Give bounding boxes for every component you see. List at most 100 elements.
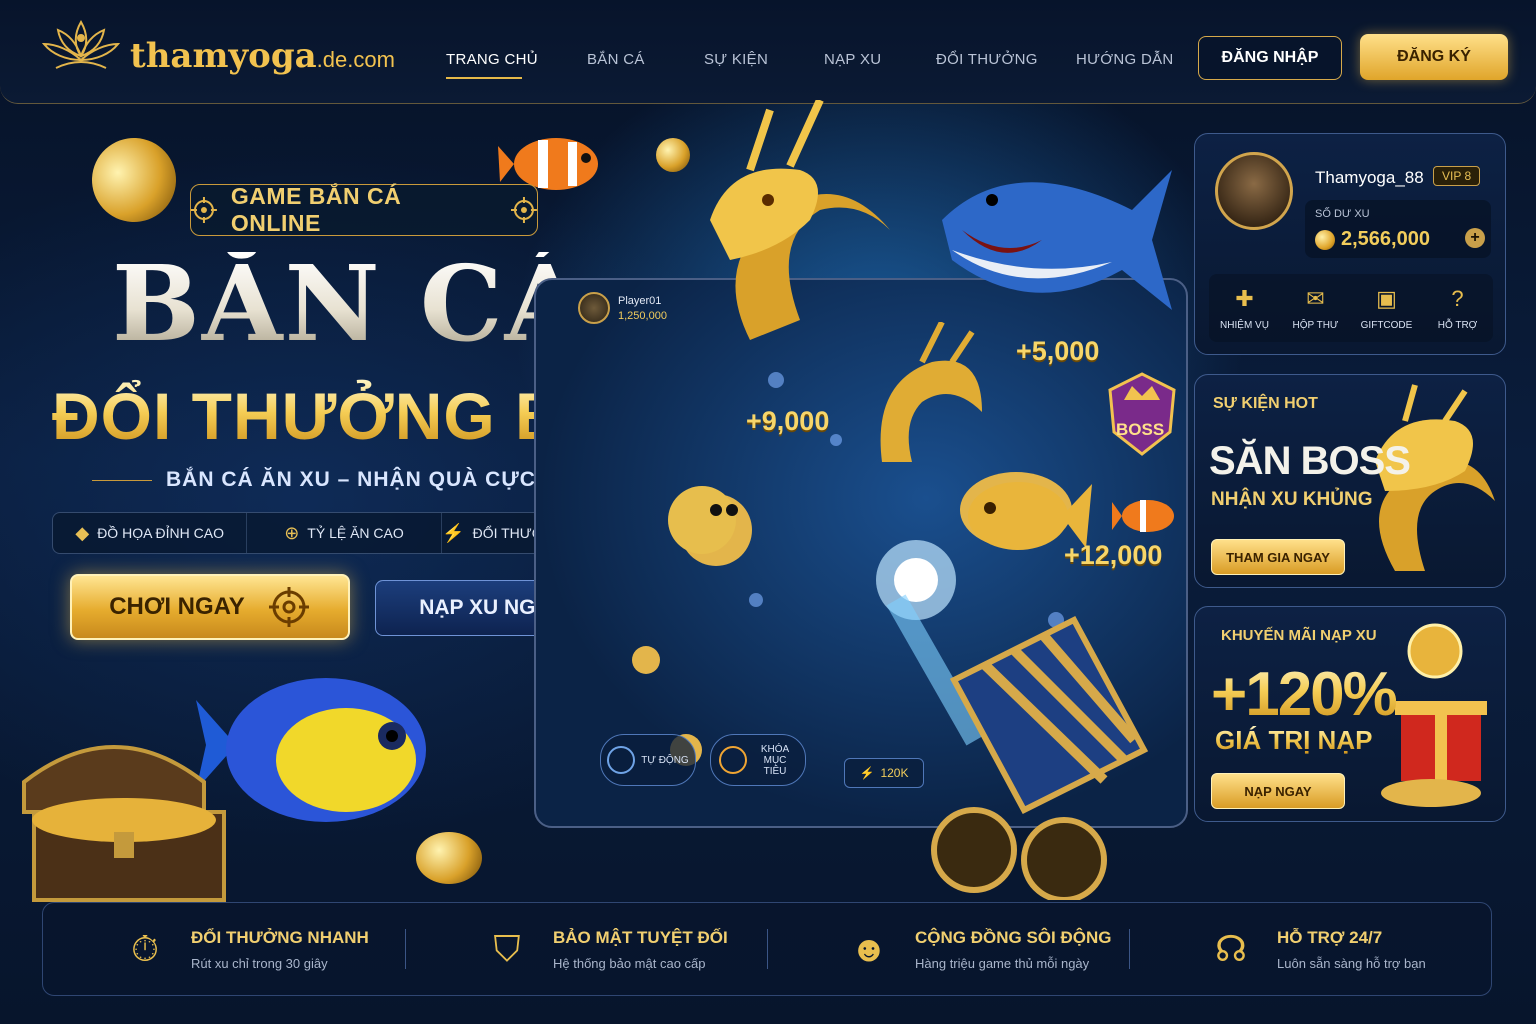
event-title: SĂN BOSS <box>1209 439 1411 483</box>
quick-missions[interactable]: ✚ NHIỆM VỤ <box>1209 274 1280 342</box>
logo-main-text: thamyoga <box>130 36 317 76</box>
avatar <box>578 292 610 324</box>
crosshair-icon <box>511 197 537 223</box>
lock-target-button[interactable]: KHÓA MỤC TIÊU <box>710 734 806 786</box>
tagline-text: BẮN CÁ ĂN XU – NHẬN QUÀ CỰC ĐÃ <box>166 468 576 491</box>
coin-icon <box>1315 229 1335 250</box>
hero-title: BẮN CÁ <box>112 242 588 365</box>
crosshair-icon <box>268 587 309 627</box>
player-name: Player01 <box>618 294 662 307</box>
auto-label: TỰ ĐỘNG <box>641 754 689 766</box>
logo-domain-text: .de.com <box>316 47 395 72</box>
nav-topup[interactable]: NẠP XU <box>824 51 881 68</box>
lock-target-icon <box>719 746 747 774</box>
quick-giftcode[interactable]: ▣ GIFTCODE <box>1351 274 1422 342</box>
bet-value: 120K <box>880 766 909 780</box>
play-now-button[interactable]: CHƠI NGAY <box>70 574 350 640</box>
lotus-logo-icon <box>41 20 121 69</box>
bet-indicator[interactable]: ⚡ 120K <box>844 758 924 788</box>
username: Thamyoga_88 <box>1315 168 1424 187</box>
gold-coin-icon <box>80 126 188 234</box>
register-button[interactable]: ĐĂNG KÝ <box>1360 34 1508 80</box>
benefit-desc: Hệ thống bảo mật cao cấp <box>553 955 706 971</box>
golden-dragon-small-icon <box>880 322 982 462</box>
lock-target-label: KHÓA MỤC TIÊU <box>760 743 790 777</box>
add-coins-button[interactable]: + <box>1465 228 1485 248</box>
event-label: SỰ KIỆN HOT <box>1213 395 1318 412</box>
benefit-desc: Luôn sẵn sàng hỗ trợ bạn <box>1277 955 1426 971</box>
join-event-button[interactable]: THAM GIA NGAY <box>1211 539 1345 575</box>
balance-value: 2,566,000 <box>1341 228 1430 250</box>
profile-panel: Thamyoga_88 VIP 8 SỐ DƯ XU 2,566,000 + ✚… <box>1194 133 1506 355</box>
player-coins: 1,250,000 <box>618 309 667 322</box>
benefit-security: ⛉ BẢO MẬT TUYỆT ĐỐI Hệ thống bảo mật cao … <box>405 925 767 973</box>
nav-guide[interactable]: HƯỚNG DẪN <box>1076 51 1174 68</box>
benefit-title: CỘNG ĐỒNG SÔI ĐỘNG <box>915 927 1112 947</box>
gift-box-icon <box>1381 623 1487 807</box>
event-subtitle: NHẬN XU KHỦNG <box>1211 489 1373 510</box>
benefit-desc: Hàng triệu game thủ mỗi ngày <box>915 955 1090 971</box>
login-button[interactable]: ĐĂNG NHẬP <box>1198 36 1342 80</box>
balance-value-row: 2,566,000 <box>1315 228 1430 251</box>
active-nav-indicator <box>446 77 522 79</box>
crosshair-icon: ⊕ <box>284 522 300 543</box>
benefit-community: ☻ CỘNG ĐỒNG SÔI ĐỘNG Hàng triệu game thủ … <box>767 925 1129 973</box>
nav-fishing[interactable]: BẮN CÁ <box>587 51 645 68</box>
pufferfish-icon <box>668 486 738 554</box>
boss-badge: BOSS <box>1106 372 1178 456</box>
promo-percent: +120% <box>1211 660 1398 729</box>
boss-shield-icon <box>1108 372 1176 456</box>
divider <box>92 479 152 481</box>
topup-promo-panel: KHUYẾN MÃI NẠP XU +120% GIÁ TRỊ NẠP NẠP … <box>1194 606 1506 822</box>
quick-label: HỖ TRỢ <box>1437 319 1478 331</box>
top-header: thamyoga.de.com TRANG CHỦ BẮN CÁ SỰ KIỆN… <box>0 0 1536 104</box>
help-icon: ? <box>1451 285 1464 311</box>
topup-now-small-button[interactable]: NẠP NGAY <box>1211 773 1345 809</box>
benefits-bar: ⏱ ĐỔI THƯỞNG NHANH Rút xu chỉ trong 30 gi… <box>42 902 1492 996</box>
mail-icon: ✉ <box>1306 285 1325 311</box>
quick-actions: ✚ NHIỆM VỤ ✉ HỘP THƯ ▣ GIFTCODE ? HỖ TRỢ <box>1209 274 1493 342</box>
benefit-title: ĐỔI THƯỞNG NHANH <box>191 927 369 947</box>
nav-home[interactable]: TRANG CHỦ <box>446 51 538 68</box>
hot-event-panel: SỰ KIỆN HOT SĂN BOSS NHẬN XU KHỦNG THAM … <box>1194 374 1506 588</box>
feature-odds: ⊕ TỶ LỆ ĂN CAO <box>247 513 442 553</box>
users-icon: ☻ <box>850 928 888 969</box>
crosshair-icon <box>191 197 217 223</box>
reward-popup: +9,000 <box>746 406 830 436</box>
game-type-badge: GAME BẮN CÁ ONLINE <box>190 183 538 236</box>
stopwatch-icon: ⏱ <box>130 927 160 969</box>
promo-label: KHUYẾN MÃI NẠP XU <box>1221 627 1377 644</box>
benefit-title: HỖ TRỢ 24/7 <box>1277 927 1383 947</box>
quick-label: GIFTCODE <box>1360 319 1413 331</box>
gold-coin-icon <box>656 138 690 172</box>
nav-events[interactable]: SỰ KIỆN <box>704 51 768 68</box>
plus-box-icon: ✚ <box>1235 285 1254 311</box>
vip-badge: VIP 8 <box>1433 166 1481 186</box>
quick-mailbox[interactable]: ✉ HỘP THƯ <box>1280 274 1351 342</box>
benefit-fast-payout: ⏱ ĐỔI THƯỞNG NHANH Rút xu chỉ trong 30 gi… <box>43 925 405 973</box>
feature-graphics: ◆ ĐỒ HỌA ĐỈNH CAO <box>53 513 248 553</box>
shark-icon <box>942 170 1172 310</box>
gift-icon: ▣ <box>1376 285 1397 311</box>
diamond-icon: ◆ <box>75 522 90 543</box>
golden-dragon-icon <box>710 100 890 340</box>
quick-support[interactable]: ? HỖ TRỢ <box>1422 274 1493 342</box>
nav-rewards[interactable]: ĐỔI THƯỞNG <box>936 51 1038 68</box>
player-info: Player01 1,250,000 <box>578 292 667 324</box>
quick-label: NHIỆM VỤ <box>1220 319 1269 331</box>
benefit-desc: Rút xu chỉ trong 30 giây <box>191 955 328 971</box>
promo-subtitle: GIÁ TRỊ NẠP <box>1215 725 1373 755</box>
badge-label: GAME BẮN CÁ ONLINE <box>230 183 402 236</box>
feature-label: ĐỒ HỌA ĐỈNH CAO <box>97 525 224 541</box>
clownfish-icon <box>1112 500 1174 532</box>
balance-label: SỐ DƯ XU <box>1315 208 1370 220</box>
auto-fire-button[interactable]: TỰ ĐỘNG <box>600 734 696 786</box>
benefit-support: ☊ HỖ TRỢ 24/7 Luôn sẵn sàng hỗ trợ bạn <box>1129 925 1491 973</box>
reward-popup: +5,000 <box>1016 336 1100 366</box>
avatar[interactable] <box>1215 152 1293 230</box>
reward-popup: +12,000 <box>1064 540 1163 570</box>
feature-label: TỶ LỆ ĂN CAO <box>307 525 404 541</box>
play-now-label: CHƠI NGAY <box>109 593 245 620</box>
balance-box: SỐ DƯ XU 2,566,000 + <box>1305 200 1491 258</box>
shield-check-icon: ⛉ <box>493 927 521 969</box>
